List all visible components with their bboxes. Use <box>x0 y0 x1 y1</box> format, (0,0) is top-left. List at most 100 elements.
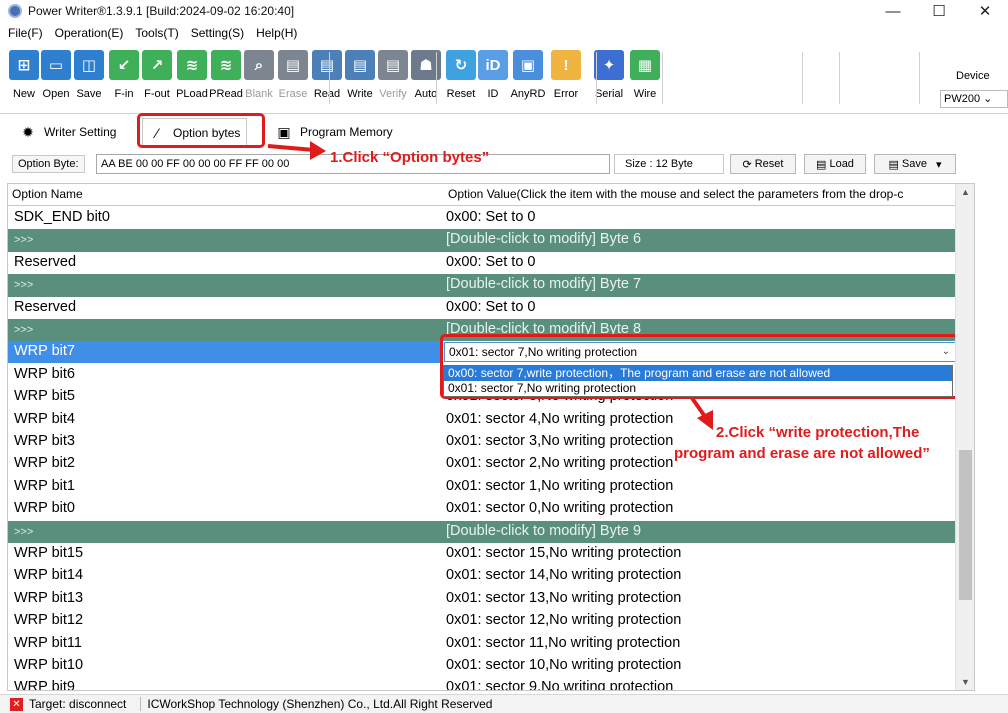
pload-button[interactable]: ≋ PLoad <box>174 48 210 110</box>
tab-option-bytes[interactable]: ⁄ Option bytes <box>142 118 248 146</box>
toolbar-label: Open <box>42 88 70 100</box>
close-button[interactable]: ✕ <box>962 0 1008 22</box>
option-value-cell: 0x01: sector 13,No writing protection <box>446 589 682 606</box>
option-name-cell: WRP bit1 <box>14 477 75 494</box>
tab-program-memory[interactable]: ▣ Program Memory <box>270 118 399 146</box>
id-button[interactable]: iD ID <box>475 48 511 110</box>
erase-button[interactable]: ▤ Erase <box>275 48 311 110</box>
toolbar-separator <box>436 52 437 104</box>
gear-icon: ✹ <box>22 123 34 140</box>
table-row[interactable]: WRP bit12 0x01: sector 12,No writing prot… <box>8 610 960 632</box>
status-copyright: ICWorkShop Technology (Shenzhen) Co., Lt… <box>147 697 493 711</box>
reset-button[interactable]: ⟳ Reset <box>730 154 796 174</box>
option-name-cell: WRP bit4 <box>14 410 75 427</box>
group-row[interactable]: >>> [Double-click to modify] Byte 8 <box>8 319 960 342</box>
device-select[interactable]: PW200 ⌄ <box>940 90 1008 108</box>
open-button[interactable]: ▭ Open <box>38 48 74 110</box>
option-name-cell: WRP bit9 <box>14 679 75 691</box>
save-icon: ◫ <box>74 50 104 80</box>
erase-icon: ▤ <box>278 50 308 80</box>
f-in-button[interactable]: ↙ F-in <box>106 48 142 110</box>
dropdown-option-write-protection[interactable]: 0x00: sector 7,write protection，The prog… <box>444 366 952 381</box>
blank-icon: ⌕ <box>244 50 274 80</box>
save-options-button[interactable]: ▤ Save ▾ <box>874 154 956 174</box>
menu-setting[interactable]: Setting(S) <box>191 26 244 40</box>
toolbar-separator <box>596 52 597 104</box>
pread-icon: ≋ <box>211 50 241 80</box>
table-row[interactable]: WRP bit9 0x01: sector 9,No writing protec… <box>8 677 960 691</box>
device-select-value: PW200 <box>944 93 981 105</box>
group-row[interactable]: >>> [Double-click to modify] Byte 9 <box>8 520 960 543</box>
toolbar-separator <box>662 52 663 104</box>
option-name-cell: WRP bit2 <box>14 455 75 472</box>
menu-tools[interactable]: Tools(T) <box>135 26 178 40</box>
new-button[interactable]: ⊞ New <box>6 48 42 110</box>
dropdown-option-no-protection[interactable]: 0x01: sector 7,No writing protection <box>444 381 952 396</box>
option-value-cell: 0x01: sector 1,No writing protection <box>446 477 674 494</box>
table-row[interactable]: WRP bit0 0x01: sector 0,No writing protec… <box>8 498 960 520</box>
load-label: Load <box>829 158 854 170</box>
table-row[interactable]: WRP bit1 0x01: sector 1,No writing protec… <box>8 476 960 498</box>
option-value-combobox[interactable]: 0x01: sector 7,No writing protection ⌄ <box>444 342 956 363</box>
save-button[interactable]: ◫ Save <box>71 48 107 110</box>
scroll-thumb[interactable] <box>959 450 972 600</box>
reset-button[interactable]: ↻ Reset <box>443 48 479 110</box>
toolbar-label: F-out <box>144 88 170 100</box>
option-value-cell: 0x01: sector 3,No writing protection <box>446 433 674 449</box>
toolbar-label: Read <box>313 88 341 100</box>
menu-file[interactable]: File(F) <box>8 26 43 40</box>
scroll-down-arrow[interactable]: ▼ <box>956 674 975 690</box>
write-button[interactable]: ▤ Write <box>342 48 378 110</box>
table-row[interactable]: WRP bit10 0x01: sector 10,No writing prot… <box>8 655 960 677</box>
pload-icon: ≋ <box>177 50 207 80</box>
table-row[interactable]: Reserved 0x00: Set to 0 <box>8 252 960 274</box>
group-row[interactable]: >>> [Double-click to modify] Byte 6 <box>8 229 960 252</box>
tab-bar: ✹ Writer Setting ⁄ Option bytes ▣ Progra… <box>0 116 1008 146</box>
table-row[interactable]: WRP bit7 0x01: sector 7,No writing protec… <box>8 341 960 364</box>
menu-help[interactable]: Help(H) <box>256 26 297 40</box>
table-scrollbar[interactable]: ▲ ▼ <box>955 184 974 690</box>
scroll-up-arrow[interactable]: ▲ <box>956 184 975 200</box>
option-value-cell: 0x01: sector 14,No writing protection <box>446 567 682 584</box>
blank-button[interactable]: ⌕ Blank <box>241 48 277 110</box>
option-name-cell: WRP bit0 <box>14 500 75 517</box>
annotation-step2-line2: program and erase are not allowed” <box>674 445 930 462</box>
verify-button[interactable]: ▤ Verify <box>375 48 411 110</box>
table-row[interactable]: SDK_END bit0 0x00: Set to 0 <box>8 207 960 229</box>
pread-button[interactable]: ≋ PRead <box>208 48 244 110</box>
option-name-cell: >>> <box>14 324 34 336</box>
status-divider <box>140 697 142 711</box>
maximize-button[interactable]: ☐ <box>916 0 962 22</box>
status-target: Target: disconnect <box>29 697 127 711</box>
toolbar-label: New <box>12 88 35 100</box>
read-icon: ▤ <box>312 50 342 80</box>
option-name-cell: SDK_END bit0 <box>14 209 110 225</box>
table-row[interactable]: Reserved 0x00: Set to 0 <box>8 297 960 319</box>
table-row[interactable]: WRP bit13 0x01: sector 13,No writing prot… <box>8 588 960 610</box>
toolbar-label: PLoad <box>176 88 208 100</box>
read-button[interactable]: ▤ Read <box>309 48 345 110</box>
chevron-down-icon[interactable]: ⌄ <box>942 343 950 361</box>
app-logo-icon <box>8 4 22 18</box>
tab-writer-setting[interactable]: ✹ Writer Setting <box>14 118 122 146</box>
reset-label: Reset <box>754 158 784 170</box>
table-header: Option Name Option Value(Click the item … <box>8 184 974 206</box>
anyrd-button[interactable]: ▣ AnyRD <box>510 48 546 110</box>
auto-button[interactable]: ☗ Auto <box>408 48 444 110</box>
group-row[interactable]: >>> [Double-click to modify] Byte 7 <box>8 274 960 297</box>
f-out-button[interactable]: ↗ F-out <box>139 48 175 110</box>
save-dropdown-arrow[interactable]: ▾ <box>936 158 942 171</box>
load-button[interactable]: ▤ Load <box>804 154 866 174</box>
table-row[interactable]: WRP bit14 0x01: sector 14,No writing prot… <box>8 565 960 587</box>
error-button[interactable]: ! Error <box>548 48 584 110</box>
minimize-button[interactable]: — <box>870 0 916 22</box>
wire-icon: ▦ <box>630 50 660 80</box>
option-name-cell: WRP bit13 <box>14 589 84 606</box>
table-row[interactable]: WRP bit15 0x01: sector 15,No writing prot… <box>8 543 960 565</box>
menu-operation[interactable]: Operation(E) <box>55 26 124 40</box>
option-value-cell: 0x00: Set to 0 <box>446 209 536 225</box>
window-title: Power Writer®1.3.9.1 [Build:2024-09-02 1… <box>28 4 295 18</box>
wire-button[interactable]: ▦ Wire <box>627 48 663 110</box>
toolbar-label: Save <box>76 88 102 100</box>
table-row[interactable]: WRP bit11 0x01: sector 11,No writing prot… <box>8 633 960 655</box>
